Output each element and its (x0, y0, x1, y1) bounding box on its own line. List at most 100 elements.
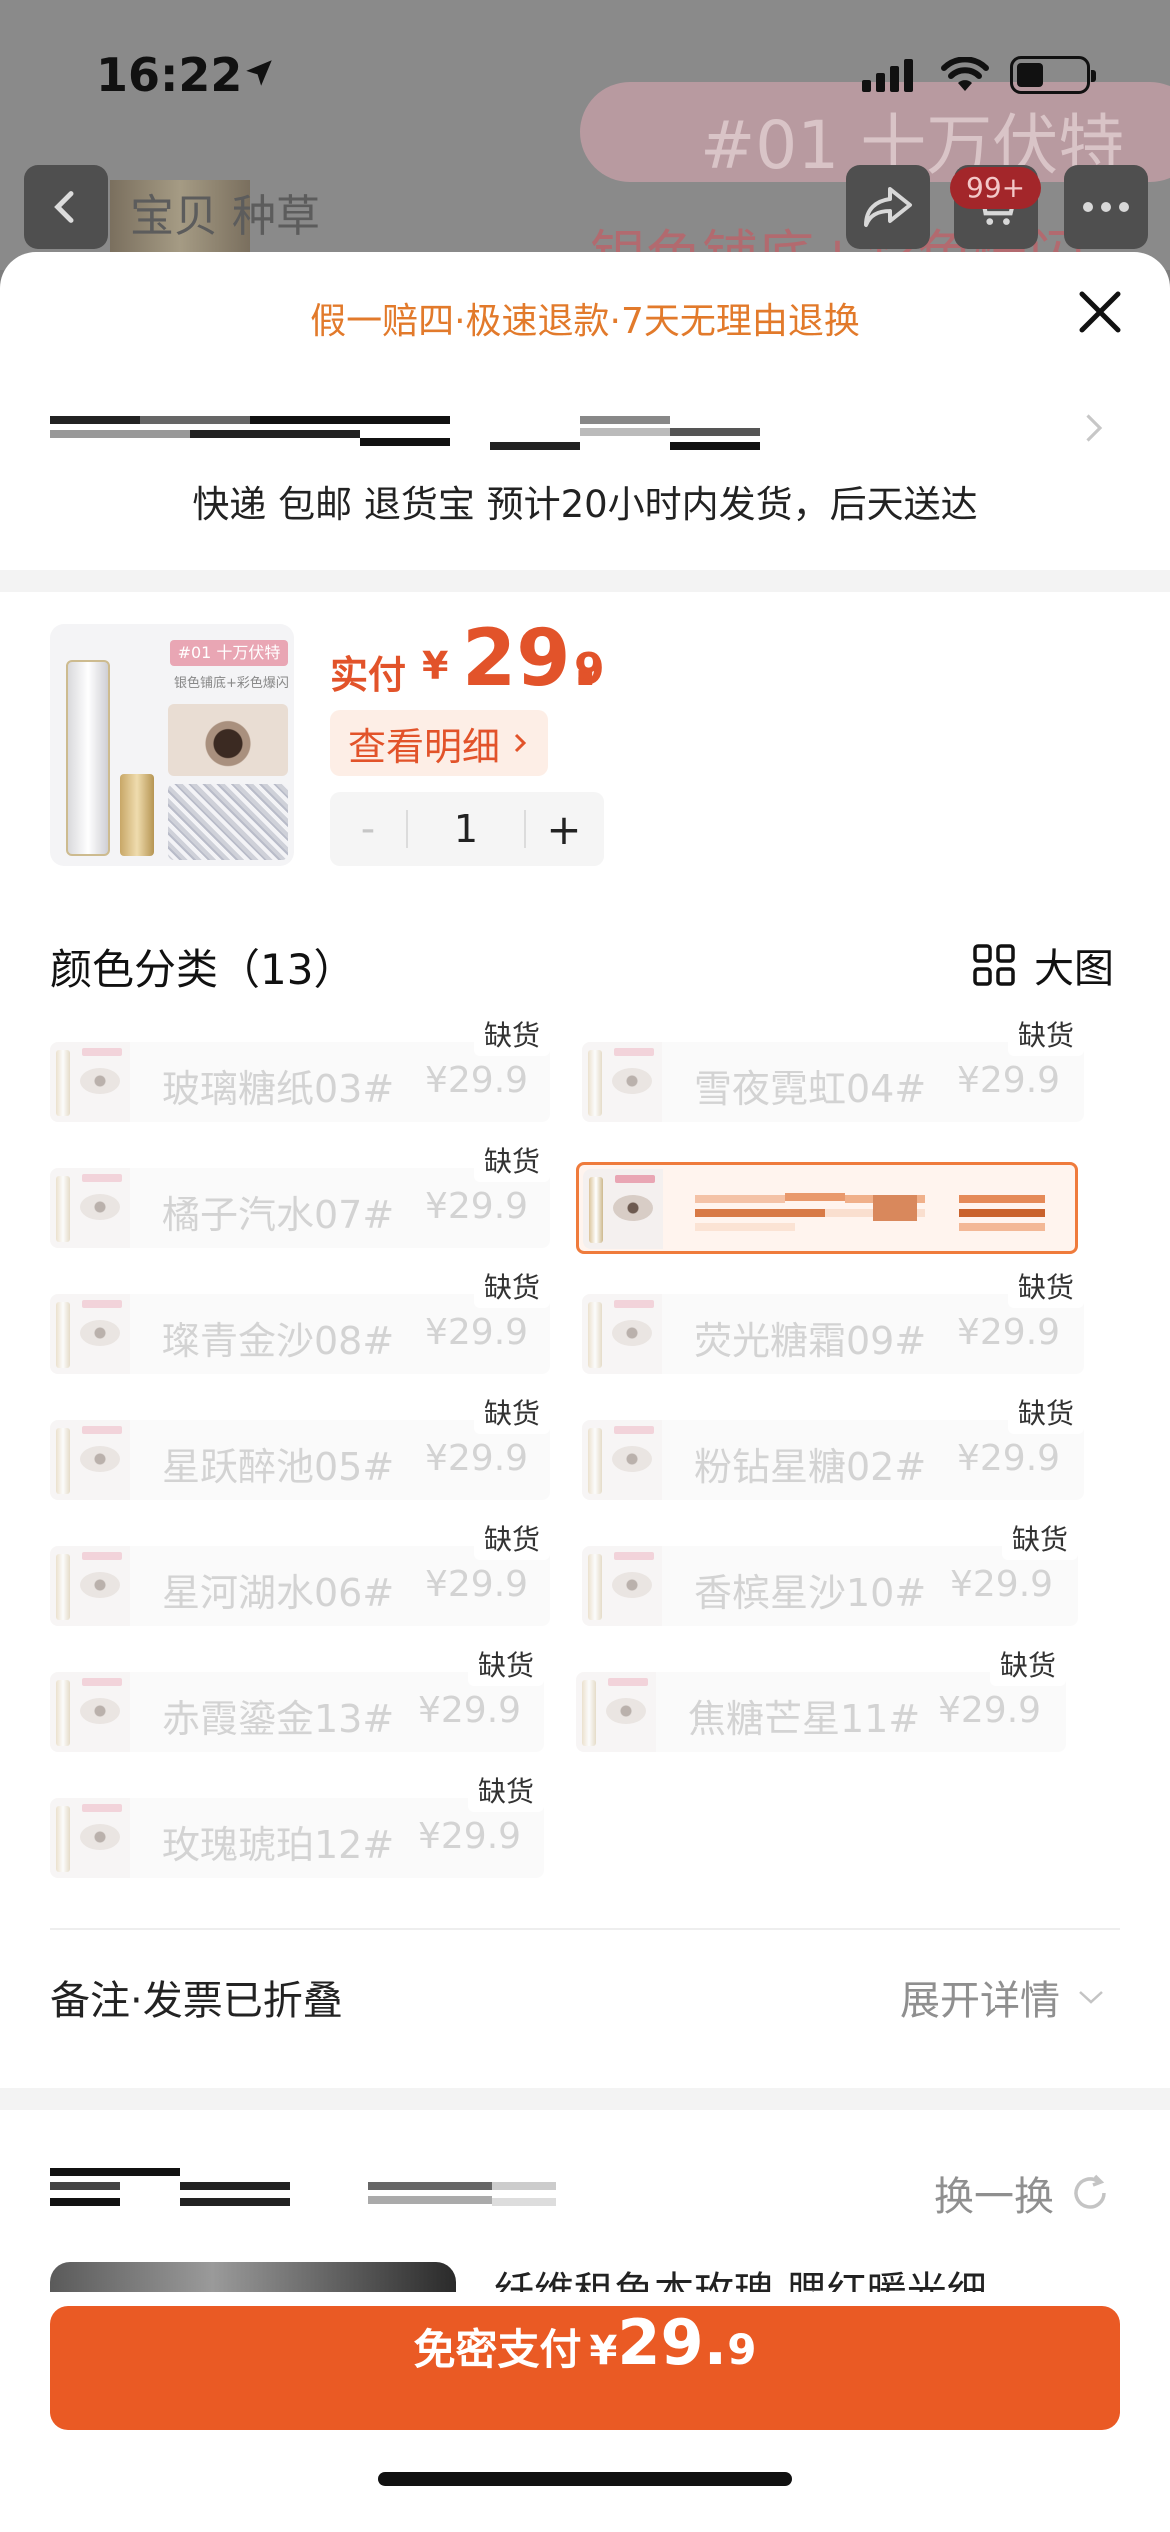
color-option[interactable]: 荧光糖霜09# ¥29.9 缺货 (582, 1268, 1084, 1374)
close-icon[interactable] (1070, 282, 1130, 342)
more-button[interactable] (1064, 165, 1148, 249)
color-option-name: 粉钻星糖02# (694, 1445, 927, 1489)
notes-invoice-label: 备注·发票已折叠 (50, 1978, 343, 2024)
purchase-sheet: 假一赔四·极速退款·7天无理由退换 快递 包邮 退货宝 预计20小时内发货，后天… (0, 252, 1170, 2532)
view-detail-button[interactable]: 查看明细 (330, 710, 549, 776)
color-option-name: 星河湖水06# (162, 1571, 395, 1615)
view-detail-label: 查看明细 (348, 724, 501, 769)
color-option-name: 星跃醉池05# (162, 1445, 395, 1489)
out-of-stock-badge: 缺货 (1007, 1268, 1084, 1308)
color-option[interactable]: 玻璃糖纸03# ¥29.9 缺货 (50, 1016, 550, 1122)
increase-button[interactable]: + (526, 805, 602, 854)
big-image-label: 大图 (1034, 946, 1114, 992)
recommend-card-title[interactable]: 纤维租鱼本玫瑰 腮红暖光细 (494, 2262, 1094, 2292)
location-arrow-icon (246, 60, 272, 86)
color-option-price: ¥29.9 (957, 1438, 1061, 1479)
refresh-icon (1074, 2174, 1106, 2209)
address-redacted[interactable] (50, 412, 760, 454)
pay-button-price-integer: 29. (617, 2306, 728, 2379)
pay-button-currency: ¥ (589, 2328, 618, 2374)
color-option[interactable]: 焦糖芒星11# ¥29.9 缺货 (576, 1646, 1066, 1752)
section-divider (0, 570, 1170, 592)
quantity-stepper: - 1 + (330, 792, 604, 866)
back-button[interactable] (24, 165, 108, 249)
section-divider (0, 2088, 1170, 2110)
color-thumbnail (50, 1294, 130, 1374)
color-option[interactable]: 雪夜霓虹04# ¥29.9 缺货 (582, 1016, 1084, 1122)
color-option-price: ¥29.9 (957, 1312, 1061, 1353)
thumb-tag: #01 十万伏特 (170, 640, 288, 666)
color-thumbnail (50, 1672, 130, 1752)
recommend-title-redacted (50, 2168, 560, 2212)
color-option-name: 璨青金沙08# (162, 1319, 395, 1363)
refresh-label: 换一换 (934, 2174, 1054, 2220)
color-option-price: ¥29.9 (425, 1060, 529, 1101)
color-option[interactable]: 橘子汽水07# ¥29.9 缺货 (50, 1142, 550, 1248)
thumb-eye-photo (168, 704, 288, 776)
thumb-glitter-swatch (168, 784, 288, 860)
color-option-name: 香槟星沙10# (694, 1571, 927, 1615)
color-option-name: 雪夜霓虹04# (694, 1067, 927, 1111)
color-option[interactable]: 玫瑰琥珀12# ¥29.9 缺货 (50, 1772, 544, 1878)
color-option[interactable]: 赤霞鎏金13# ¥29.9 缺货 (50, 1646, 544, 1752)
color-thumbnail (576, 1672, 656, 1752)
out-of-stock-badge: 缺货 (989, 1646, 1066, 1686)
out-of-stock-badge: 缺货 (1007, 1016, 1084, 1056)
cart-badge: 99+ (950, 167, 1042, 209)
expand-details-button[interactable]: 展开详情 (900, 1968, 1106, 2026)
color-option[interactable]: 香槟星沙10# ¥29.9 缺货 (582, 1520, 1078, 1626)
paid-label: 实付 (330, 653, 407, 697)
status-icons (862, 56, 1096, 94)
color-thumbnail (50, 1042, 130, 1122)
quantity-value[interactable]: 1 (408, 807, 524, 851)
color-option-selected[interactable] (576, 1162, 1078, 1254)
color-option-price: ¥29.9 (425, 1312, 529, 1353)
refresh-button[interactable]: 换一换 (934, 2164, 1112, 2222)
color-option-name: 赤霞鎏金13# (162, 1697, 395, 1741)
paid-currency: ¥ (422, 644, 449, 688)
color-option-price: ¥29.9 (425, 1438, 529, 1479)
color-option[interactable]: 星河湖水06# ¥29.9 缺货 (50, 1520, 550, 1626)
color-option-name: 橘子汽水07# (162, 1193, 395, 1237)
out-of-stock-badge: 缺货 (473, 1394, 550, 1434)
out-of-stock-badge: 缺货 (473, 1016, 550, 1056)
row-divider (50, 1928, 1120, 1930)
color-option-price: ¥29.9 (938, 1690, 1042, 1731)
color-thumbnail (50, 1420, 130, 1500)
thumb-subtag: 银色铺底+彩色爆闪 (174, 676, 289, 691)
share-icon (864, 187, 912, 227)
bg-page-title: 宝贝 种草 (130, 191, 320, 242)
chevron-right-icon[interactable] (1080, 408, 1110, 448)
guarantee-text: 假一赔四·极速退款·7天无理由退换 (310, 301, 860, 342)
color-option[interactable]: 璨青金沙08# ¥29.9 缺货 (50, 1268, 550, 1374)
chevron-down-icon (1079, 1991, 1103, 2004)
out-of-stock-badge: 缺货 (473, 1268, 550, 1308)
out-of-stock-badge: 缺货 (473, 1520, 550, 1560)
product-thumbnail[interactable]: #01 十万伏特 银色铺底+彩色爆闪 (50, 624, 294, 866)
pay-button-label: 免密支付 (413, 2325, 582, 2374)
expand-details-label: 展开详情 (900, 1978, 1060, 2024)
more-dots-icon (1083, 202, 1129, 212)
color-thumbnail (50, 1798, 130, 1878)
decrease-button[interactable]: - (330, 806, 406, 852)
cellular-signal-icon (862, 59, 913, 92)
color-option-name: 荧光糖霜09# (694, 1319, 927, 1363)
color-option[interactable]: 星跃醉池05# ¥29.9 缺货 (50, 1394, 550, 1500)
color-thumbnail (583, 1169, 663, 1249)
color-thumbnail (582, 1420, 662, 1500)
pay-button-price-decimal: 9 (727, 2325, 757, 2374)
color-thumbnail (50, 1546, 130, 1626)
delivery-info: 快递 包邮 退货宝 预计20小时内发货，后天送达 (192, 483, 978, 526)
color-option-price: ¥29.9 (950, 1564, 1054, 1605)
home-indicator[interactable] (378, 2472, 792, 2486)
pay-button[interactable]: 免密支付 ¥ 29. 9 (50, 2306, 1120, 2430)
color-option-name: 焦糖芒星11# (688, 1697, 921, 1741)
color-thumbnail (582, 1042, 662, 1122)
color-option-price: ¥29.9 (418, 1816, 522, 1857)
color-option[interactable]: 粉钻星糖02# ¥29.9 缺货 (582, 1394, 1084, 1500)
big-image-toggle[interactable]: 大图 (972, 936, 1114, 994)
out-of-stock-badge: 缺货 (467, 1646, 544, 1686)
share-button[interactable] (846, 165, 930, 249)
grid-icon (973, 944, 1015, 986)
out-of-stock-badge: 缺货 (1001, 1520, 1078, 1560)
